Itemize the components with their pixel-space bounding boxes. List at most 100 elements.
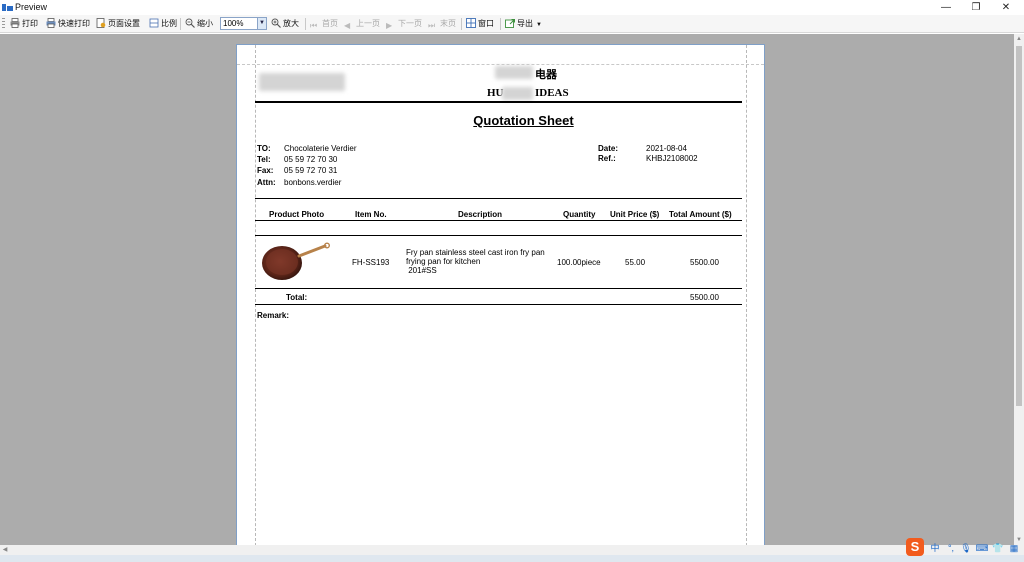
document-title: Quotation Sheet [473,113,574,128]
total-rule [255,304,742,305]
quick-printer-icon [46,18,56,28]
tel-value: 05 59 72 70 30 [284,155,338,164]
header-unit-price: Unit Price ($) [610,210,660,219]
page-setup-button[interactable]: 页面设置 [96,17,140,31]
export-button[interactable]: 导出 ▼ [505,17,542,31]
header-product-photo: Product Photo [269,210,325,219]
ref-label: Ref.: [598,154,616,163]
info-rule [255,198,742,199]
ratio-button[interactable]: 比例 [149,17,177,31]
scroll-up-icon[interactable]: ▲ [1015,35,1023,43]
toolbox-grid-icon[interactable]: ▦ [1007,541,1021,556]
microphone-icon[interactable]: 🎙 [959,541,973,556]
ime-chinese-mode[interactable]: 中 [928,541,942,556]
last-page-label: 末页 [440,19,456,28]
toolbar-grip[interactable] [2,18,5,30]
ratio-icon [149,18,159,28]
next-page-icon: ▶ [386,21,393,30]
redacted-text [502,87,533,100]
ref-value: KHBJ2108002 [646,154,698,163]
table-header-underline [255,220,742,221]
remark-label: Remark: [257,311,290,320]
zoom-in-button[interactable]: 放大 [271,17,299,31]
row-rule [255,288,742,289]
ratio-label: 比例 [161,19,177,28]
row-quantity: 100.00piece [557,258,601,267]
date-value: 2021-08-04 [646,144,687,153]
minimize-button[interactable]: — [931,0,961,15]
total-value: 5500.00 [690,293,719,302]
horizontal-scrollbar[interactable]: ◀ [0,545,1024,555]
toolbar-separator [180,18,181,30]
company-name-en-suffix: IDEAS [535,87,569,99]
row-description-line2: frying pan for kitchen [406,257,481,266]
company-logo [259,73,345,91]
zoom-in-label: 放大 [283,19,299,28]
document-page: 电器 HU IDEAS Quotation Sheet TO: Chocolat… [236,44,765,546]
magnifier-minus-icon [185,18,195,28]
app-icon [2,4,13,11]
total-label: Total: [286,293,308,302]
window-layout-icon [466,18,476,28]
maximize-button[interactable]: ❐ [961,0,991,15]
export-label: 导出 [517,19,533,28]
header-item-no: Item No. [355,210,387,219]
quick-print-label: 快速打印 [58,19,90,28]
window-title: Preview [15,2,48,12]
punctuation-mode-icon[interactable]: °, [944,541,958,556]
close-button[interactable]: ✕ [991,0,1021,15]
zoom-value: 100% [223,19,244,28]
first-page-label: 首页 [322,19,338,28]
last-page-icon: ⏭ [428,21,436,30]
row-total: 5500.00 [690,258,719,267]
print-button[interactable]: 打印 [10,17,38,31]
quick-print-button[interactable]: 快速打印 [46,17,90,31]
attn-value: bonbons.verdier [284,178,342,187]
prev-page-icon: ◀ [344,21,351,30]
last-page-button[interactable]: ⏭ 末页 [428,17,456,31]
to-label: TO: [257,144,271,153]
export-icon [505,19,515,28]
zoom-out-button[interactable]: 缩小 [185,17,213,31]
zoom-out-label: 缩小 [197,19,213,28]
margin-guide-top [237,64,764,65]
title-bar: Preview — ❐ ✕ [0,0,1024,15]
first-page-icon: ⏮ [310,21,318,30]
sogou-ime-icon[interactable]: S [906,538,924,556]
page-setup-label: 页面设置 [108,19,140,28]
skin-shirt-icon[interactable]: 👕 [991,541,1005,556]
to-value: Chocolaterie Verdier [284,144,357,153]
date-label: Date: [598,144,619,153]
window-button[interactable]: 窗口 [466,17,494,31]
toolbar: 打印 快速打印 页面设置 比例 缩小 100% ▼ 放大 ⏮ 首页 ◀ 上一页 ▶ 下… [0,15,1024,33]
tel-label: Tel: [257,155,271,164]
vertical-scrollbar[interactable]: ▲ ▼ [1014,34,1024,545]
window-label: 窗口 [478,19,494,28]
row-description-line3: 201#SS [406,266,437,275]
scroll-thumb[interactable] [1016,46,1022,406]
taskbar [0,555,1024,562]
toolbar-separator [461,18,462,30]
table-header-rule [255,235,742,236]
redacted-text [495,66,533,79]
toolbar-separator [500,18,501,30]
frying-pan-image [262,242,331,280]
prev-page-button[interactable]: ◀ 上一页 [344,17,380,31]
keyboard-icon[interactable]: ⌨ [975,541,989,556]
first-page-button[interactable]: ⏮ 首页 [310,17,338,31]
row-unit-price: 55.00 [625,258,646,267]
export-dropdown-icon[interactable]: ▼ [536,22,542,28]
printer-icon [10,18,20,28]
zoom-select[interactable]: 100% ▼ [220,17,267,30]
row-description-line1: Fry pan stainless steel cast iron fry pa… [406,248,545,257]
attn-label: Attn: [257,178,276,187]
header-description: Description [458,210,503,219]
next-page-button[interactable]: ▶ 下一页 [386,17,422,31]
chevron-down-icon[interactable]: ▼ [257,18,266,29]
company-name-cn: 电器 [535,68,557,81]
scroll-left-icon[interactable]: ◀ [1,546,9,554]
print-label: 打印 [22,19,38,28]
row-item-no: FH-SS193 [352,258,390,267]
fax-value: 05 59 72 70 31 [284,166,338,175]
fax-label: Fax: [257,166,274,175]
